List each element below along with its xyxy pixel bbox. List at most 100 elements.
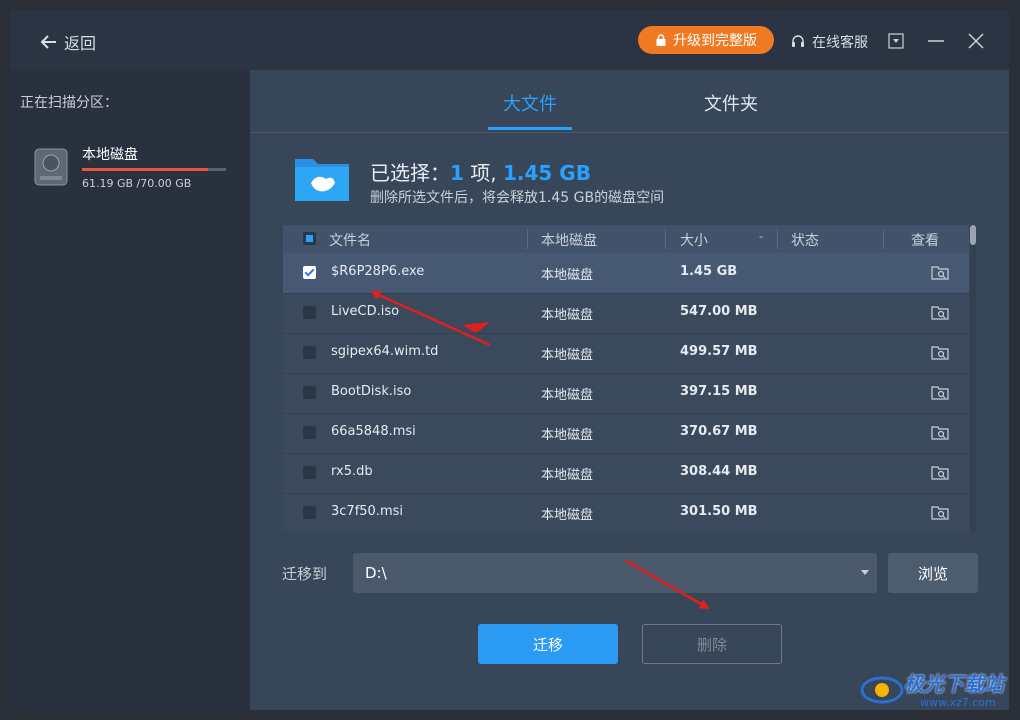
file-name: rx5.db xyxy=(331,464,373,479)
table-row[interactable]: $R6P28P6.exe 本地磁盘 1.45 GB xyxy=(283,253,969,294)
preview-icon[interactable] xyxy=(931,264,949,280)
file-name: 3c7f50.msi xyxy=(331,504,403,519)
dropdown-icon xyxy=(888,33,904,49)
sidebar: 正在扫描分区： 本地磁盘 61.19 GB /70.00 GB xyxy=(10,70,250,710)
row-checkbox[interactable] xyxy=(303,346,316,359)
table-row[interactable]: rx5.db 本地磁盘 308.44 MB xyxy=(283,453,969,494)
file-size: 499.57 MB xyxy=(680,344,758,359)
file-size: 370.67 MB xyxy=(680,424,758,439)
preview-icon[interactable] xyxy=(931,504,949,520)
row-checkbox[interactable] xyxy=(303,506,316,519)
col-name[interactable]: 文件名 xyxy=(329,230,371,250)
preview-icon[interactable] xyxy=(931,384,949,400)
destination-path-value: D:\ xyxy=(365,564,387,582)
table-row[interactable]: LiveCD.iso 本地磁盘 547.00 MB xyxy=(283,293,969,334)
title-bar: 返回 升级到完整版 在线客服 xyxy=(10,10,1009,70)
site-watermark: 极光下载站 www.xz7.com xyxy=(860,668,1012,712)
select-all-checkbox[interactable] xyxy=(303,232,316,245)
disk-usage-bar xyxy=(82,168,226,171)
arrow-left-icon xyxy=(40,35,56,49)
disk-item[interactable]: 本地磁盘 61.19 GB /70.00 GB xyxy=(34,144,234,194)
row-checkbox[interactable] xyxy=(303,426,316,439)
file-size: 308.44 MB xyxy=(680,464,758,479)
file-location: 本地磁盘 xyxy=(541,388,594,403)
destination-path-select[interactable]: D:\ xyxy=(353,553,877,593)
watermark-text: 极光下载站 xyxy=(904,672,1004,696)
app-window: 返回 升级到完整版 在线客服 正在扫描分区： 本地磁盘 61.19 GB /70… xyxy=(10,10,1009,710)
headset-icon xyxy=(792,35,804,47)
row-checkbox[interactable] xyxy=(303,466,316,479)
preview-icon[interactable] xyxy=(931,464,949,480)
size-sort-indicator: - xyxy=(759,230,763,243)
disk-name: 本地磁盘 xyxy=(82,147,138,163)
scanning-partition-title: 正在扫描分区： xyxy=(20,95,118,111)
back-button[interactable]: 返回 xyxy=(40,30,96,54)
file-size: 547.00 MB xyxy=(680,304,758,319)
migrate-button[interactable]: 迁移 xyxy=(478,624,618,664)
tab-large-files[interactable]: 大文件 xyxy=(503,90,557,116)
browse-button[interactable]: 浏览 xyxy=(888,553,978,593)
file-name: sgipex64.wim.td xyxy=(331,344,439,359)
minimize-icon xyxy=(928,40,944,42)
file-location: 本地磁盘 xyxy=(541,308,594,323)
file-name: BootDisk.iso xyxy=(331,384,412,399)
file-size: 397.15 MB xyxy=(680,384,758,399)
upgrade-label: 升级到完整版 xyxy=(673,33,757,49)
selected-count-unit: 项, xyxy=(470,161,497,185)
close-button[interactable] xyxy=(967,32,985,50)
minimize-button[interactable] xyxy=(927,32,945,50)
col-size[interactable]: 大小 xyxy=(680,230,708,250)
selection-summary: 已选择：1 项, 1.45 GB xyxy=(370,157,591,186)
preview-icon[interactable] xyxy=(931,424,949,440)
file-location: 本地磁盘 xyxy=(541,428,594,443)
table-row[interactable]: 3c7f50.msi 本地磁盘 301.50 MB xyxy=(283,493,969,531)
file-location: 本地磁盘 xyxy=(541,508,594,523)
column-divider xyxy=(777,229,778,249)
tab-folders[interactable]: 文件夹 xyxy=(704,90,758,116)
scroll-thumb[interactable] xyxy=(970,225,976,245)
file-size: 1.45 GB xyxy=(680,264,738,279)
col-view[interactable]: 查看 xyxy=(911,230,939,250)
column-divider xyxy=(527,229,528,249)
selected-count: 1 xyxy=(450,161,464,185)
file-table: 文件名 本地磁盘 大小 - 状态 查看 $R6P28P6.exe 本地磁盘 1.45… xyxy=(283,225,969,531)
table-row[interactable]: 66a5848.msi 本地磁盘 370.67 MB xyxy=(283,413,969,454)
table-scrollbar[interactable] xyxy=(970,225,976,531)
table-row[interactable]: sgipex64.wim.td 本地磁盘 499.57 MB xyxy=(283,333,969,374)
active-tab-indicator xyxy=(488,127,572,130)
main-panel: 大文件 文件夹 已选择：1 项, 1.45 GB 删除所选文件后，将会释放1.4… xyxy=(250,70,1009,710)
selected-size: 1.45 GB xyxy=(503,161,591,185)
watermark-url: www.xz7.com xyxy=(920,696,996,709)
chevron-down-icon xyxy=(861,570,869,575)
folder-icon xyxy=(295,159,349,201)
preview-icon[interactable] xyxy=(931,344,949,360)
watermark-logo-icon xyxy=(860,676,904,704)
tab-bar: 大文件 文件夹 xyxy=(250,70,1009,133)
row-checkbox[interactable] xyxy=(303,386,316,399)
col-location[interactable]: 本地磁盘 xyxy=(541,230,597,250)
dropdown-menu-button[interactable] xyxy=(887,32,905,50)
upgrade-button[interactable]: 升级到完整版 xyxy=(638,26,774,54)
column-divider xyxy=(883,229,884,249)
row-checkbox[interactable] xyxy=(303,306,316,319)
hard-disk-icon xyxy=(34,148,68,186)
file-location: 本地磁盘 xyxy=(541,348,594,363)
release-space-note: 删除所选文件后，将会释放1.45 GB的磁盘空间 xyxy=(370,190,665,206)
close-icon xyxy=(968,33,984,49)
col-status[interactable]: 状态 xyxy=(791,230,819,250)
file-name: 66a5848.msi xyxy=(331,424,416,439)
table-header: 文件名 本地磁盘 大小 - 状态 查看 xyxy=(283,225,969,253)
support-label: 在线客服 xyxy=(812,35,868,51)
delete-button[interactable]: 删除 xyxy=(642,624,782,664)
file-location: 本地磁盘 xyxy=(541,268,594,283)
row-checkbox[interactable] xyxy=(303,266,316,279)
table-row[interactable]: BootDisk.iso 本地磁盘 397.15 MB xyxy=(283,373,969,414)
online-support-button[interactable]: 在线客服 xyxy=(790,32,868,52)
migrate-to-label: 迁移到 xyxy=(282,565,328,583)
file-location: 本地磁盘 xyxy=(541,468,594,483)
file-name: $R6P28P6.exe xyxy=(331,264,425,279)
preview-icon[interactable] xyxy=(931,304,949,320)
disk-usage-fill xyxy=(82,168,208,171)
column-divider xyxy=(665,229,666,249)
disk-size: 61.19 GB /70.00 GB xyxy=(82,177,192,190)
